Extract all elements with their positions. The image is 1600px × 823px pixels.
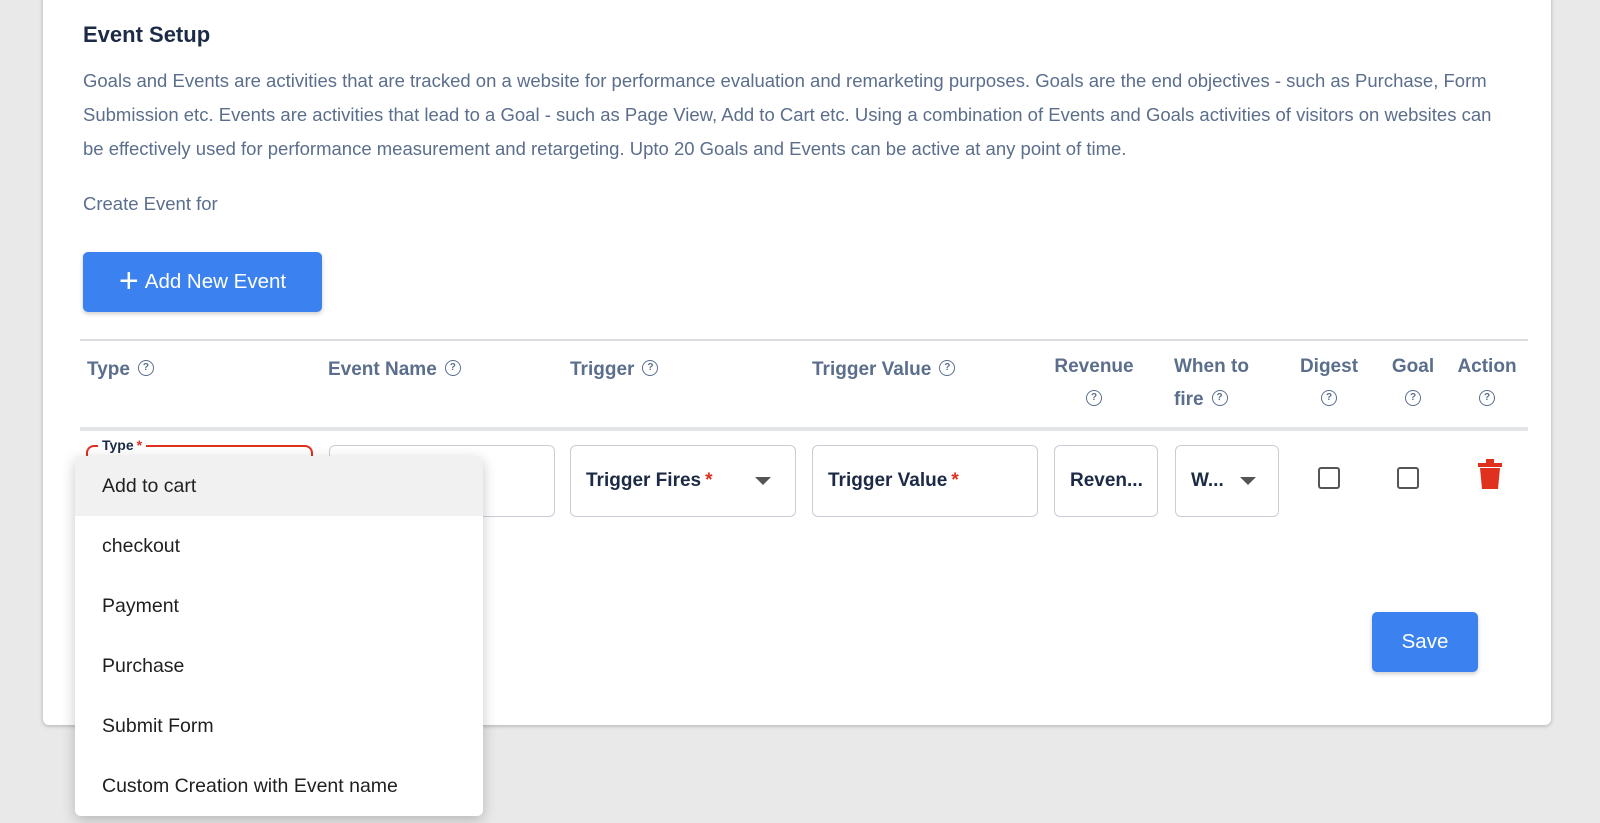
header-trigger-value: Trigger Value? [812,353,956,386]
type-dropdown-menu: Add to cart checkout Payment Purchase Su… [75,456,483,816]
help-icon[interactable]: ? [1211,389,1228,406]
dropdown-option[interactable]: checkout [75,516,483,576]
add-new-event-button[interactable]: + Add New Event [83,252,322,312]
header-trigger: Trigger? [570,353,659,386]
digest-checkbox[interactable] [1318,467,1340,489]
trigger-value-input[interactable]: Trigger Value * [812,445,1038,517]
dropdown-option[interactable]: Payment [75,576,483,636]
help-icon[interactable]: ? [444,359,461,376]
trigger-select[interactable]: Trigger Fires * [570,445,796,517]
help-icon[interactable]: ? [1086,389,1102,406]
header-action: Action ? [1456,350,1518,416]
trash-icon[interactable] [1478,459,1502,494]
header-when-to-fire: When to fire? [1174,356,1249,410]
header-event-name: Event Name? [328,353,461,386]
section-description: Goals and Events are activities that are… [83,70,1492,159]
help-icon[interactable]: ? [1321,389,1337,406]
header-digest: Digest ? [1299,350,1359,416]
when-to-fire-select[interactable]: W... [1175,445,1279,517]
help-icon[interactable]: ? [1479,389,1495,406]
dropdown-option[interactable]: Submit Form [75,696,483,756]
dropdown-option[interactable]: Purchase [75,636,483,696]
header-revenue: Revenue ? [1053,350,1135,416]
goal-checkbox[interactable] [1397,467,1419,489]
revenue-input[interactable]: Reven... [1054,445,1158,517]
help-icon[interactable]: ? [137,359,154,376]
save-button[interactable]: Save [1372,612,1478,672]
help-icon[interactable]: ? [1405,389,1421,406]
chevron-down-icon [755,477,771,485]
help-icon[interactable]: ? [642,359,659,376]
create-event-label: Create Event for [83,193,218,214]
help-icon[interactable]: ? [939,359,956,376]
dropdown-option[interactable]: Custom Creation with Event name [75,756,483,816]
plus-icon: + [118,262,139,300]
header-goal: Goal ? [1389,350,1437,416]
section-title: Event Setup [83,22,211,47]
table-top-divider [80,339,1528,341]
type-field-label: Type * [98,437,147,453]
chevron-down-icon [1240,477,1256,485]
table-header-divider [80,427,1528,431]
dropdown-option[interactable]: Add to cart [75,456,483,516]
add-new-event-label: Add New Event [144,270,287,293]
header-type: Type? [87,353,154,386]
